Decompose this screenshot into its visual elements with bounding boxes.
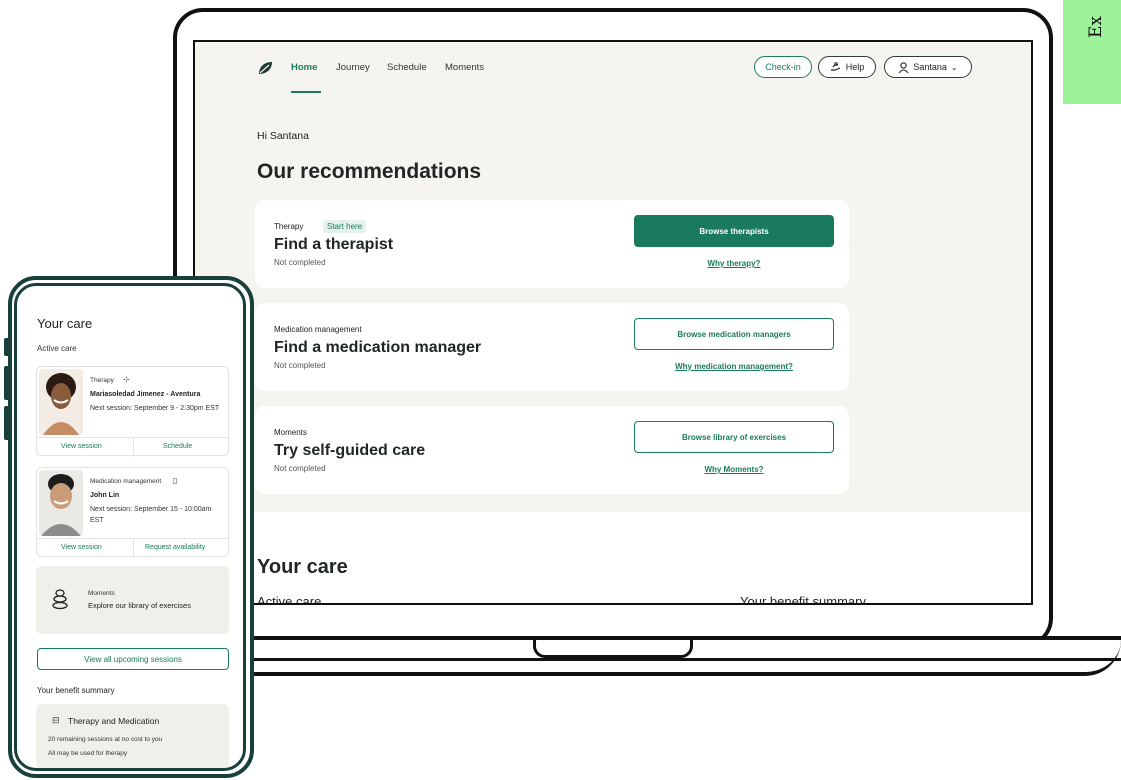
stacked-stones-icon [52,589,68,610]
nav-moments[interactable]: Moments [445,62,484,73]
view-session-link[interactable]: View session [61,544,102,551]
phone-your-care-title: Your care [37,316,93,331]
next-session: Next session: September 9 - 2:30pm EST [90,405,220,412]
card-title: Try self-guided care [274,442,426,459]
benefit-summary-heading: Your benefit summary [37,686,115,695]
benefit-line-2: All may be used for therapy [48,750,128,757]
why-therapy-link[interactable]: Why therapy? [634,259,834,268]
checkin-button[interactable]: Check-in [754,56,812,78]
help-label: Help [845,62,865,72]
user-icon [898,61,909,73]
recommendation-card-medication: Medication management Find a medication … [255,303,849,391]
checkin-label: Check-in [765,62,801,72]
top-nav: Home Journey Schedule Moments Check-in H… [195,42,1031,102]
moments-label: Explore our library of exercises [88,601,191,610]
help-button[interactable]: Help [818,56,876,78]
request-availability-link[interactable]: Request availability [145,544,205,551]
browse-exercises-button[interactable]: Browse library of exercises [634,421,834,453]
card-status: Not completed [274,464,326,473]
external-link-icon: ⊹ [123,375,130,384]
laptop-base-line [120,658,1121,661]
view-all-sessions-button[interactable]: View all upcoming sessions [37,648,229,670]
start-here-tag: Start here [323,220,367,233]
greeting: Hi Santana [257,130,309,142]
schedule-link[interactable]: Schedule [163,443,192,450]
next-session: Next session: September 15 - 10:00am EST [90,506,212,524]
pill-bottle-icon: ▯ [173,476,178,485]
phone-active-care-label: Active care [37,344,77,353]
care-card-therapy: Therapy ⊹ Mariasoledad Jimenez - Aventur… [36,366,229,457]
nav-journey[interactable]: Journey [336,62,370,73]
corner-badge-text: Ex [1086,16,1106,38]
care-card-medication: Medication management ▯ John Lin Next se… [36,467,229,558]
browse-therapists-button[interactable]: Browse therapists [634,215,834,247]
phone-side-button [4,406,10,440]
active-care-clipped: Active care [257,594,322,605]
browse-medication-managers-button[interactable]: Browse medication managers [634,318,834,350]
card-category: Therapy [274,222,304,231]
card-status: Not completed [274,258,326,267]
why-moments-link[interactable]: Why Moments? [634,465,834,474]
benefit-card: ⊟ Therapy and Medication 20 remaining se… [36,704,229,768]
benefit-line-1: 20 remaining sessions at no cost to you [48,736,163,743]
document-icon: ⊟ [52,715,60,725]
card-divider-vertical [133,437,134,457]
provider-name: Mariasoledad Jimenez - Aventura [90,391,201,398]
therapist-avatar [39,369,83,435]
phone-screen: Your care Active care Therapy ⊹ Mariasol… [14,283,246,771]
medication-manager-avatar [39,470,83,536]
recommendations-heading: Our recommendations [257,160,482,183]
card-title: Find a medication manager [274,339,482,356]
nav-active-indicator [291,91,321,93]
benefit-summary-clipped: Your benefit summary [740,594,866,605]
laptop-notch [533,640,693,658]
card-category: Medication management [274,325,362,334]
your-care-heading: Your care [257,556,348,578]
provider-name: John Lin [90,492,120,499]
chevron-down-icon: ⌄ [950,62,958,72]
phone-side-button [4,338,10,356]
recommendation-card-moments: Moments Try self-guided care Not complet… [255,406,849,494]
laptop-screen: Home Journey Schedule Moments Check-in H… [193,40,1033,605]
card-category: Moments [274,428,307,437]
benefit-title: Therapy and Medication [68,716,160,726]
recommendation-card-therapy: Therapy Start here Find a therapist Not … [255,200,849,288]
why-medication-link[interactable]: Why medication management? [634,362,834,371]
card-status: Not completed [274,361,326,370]
view-session-link[interactable]: View session [61,443,102,450]
phone-side-button [4,366,10,400]
nav-schedule[interactable]: Schedule [387,62,427,73]
leaf-logo-icon[interactable] [257,60,273,76]
user-name: Santana [913,62,947,72]
moments-card[interactable]: Moments Explore our library of exercises [36,566,229,634]
user-menu-button[interactable]: Santana ⌄ [884,56,972,78]
card-title: Find a therapist [274,236,394,253]
care-card-category: Therapy [90,377,114,384]
hand-icon [830,62,840,71]
nav-home[interactable]: Home [291,62,317,73]
care-card-category: Medication management [90,478,162,485]
moments-category: Moments [88,590,115,597]
card-divider-vertical [133,538,134,558]
